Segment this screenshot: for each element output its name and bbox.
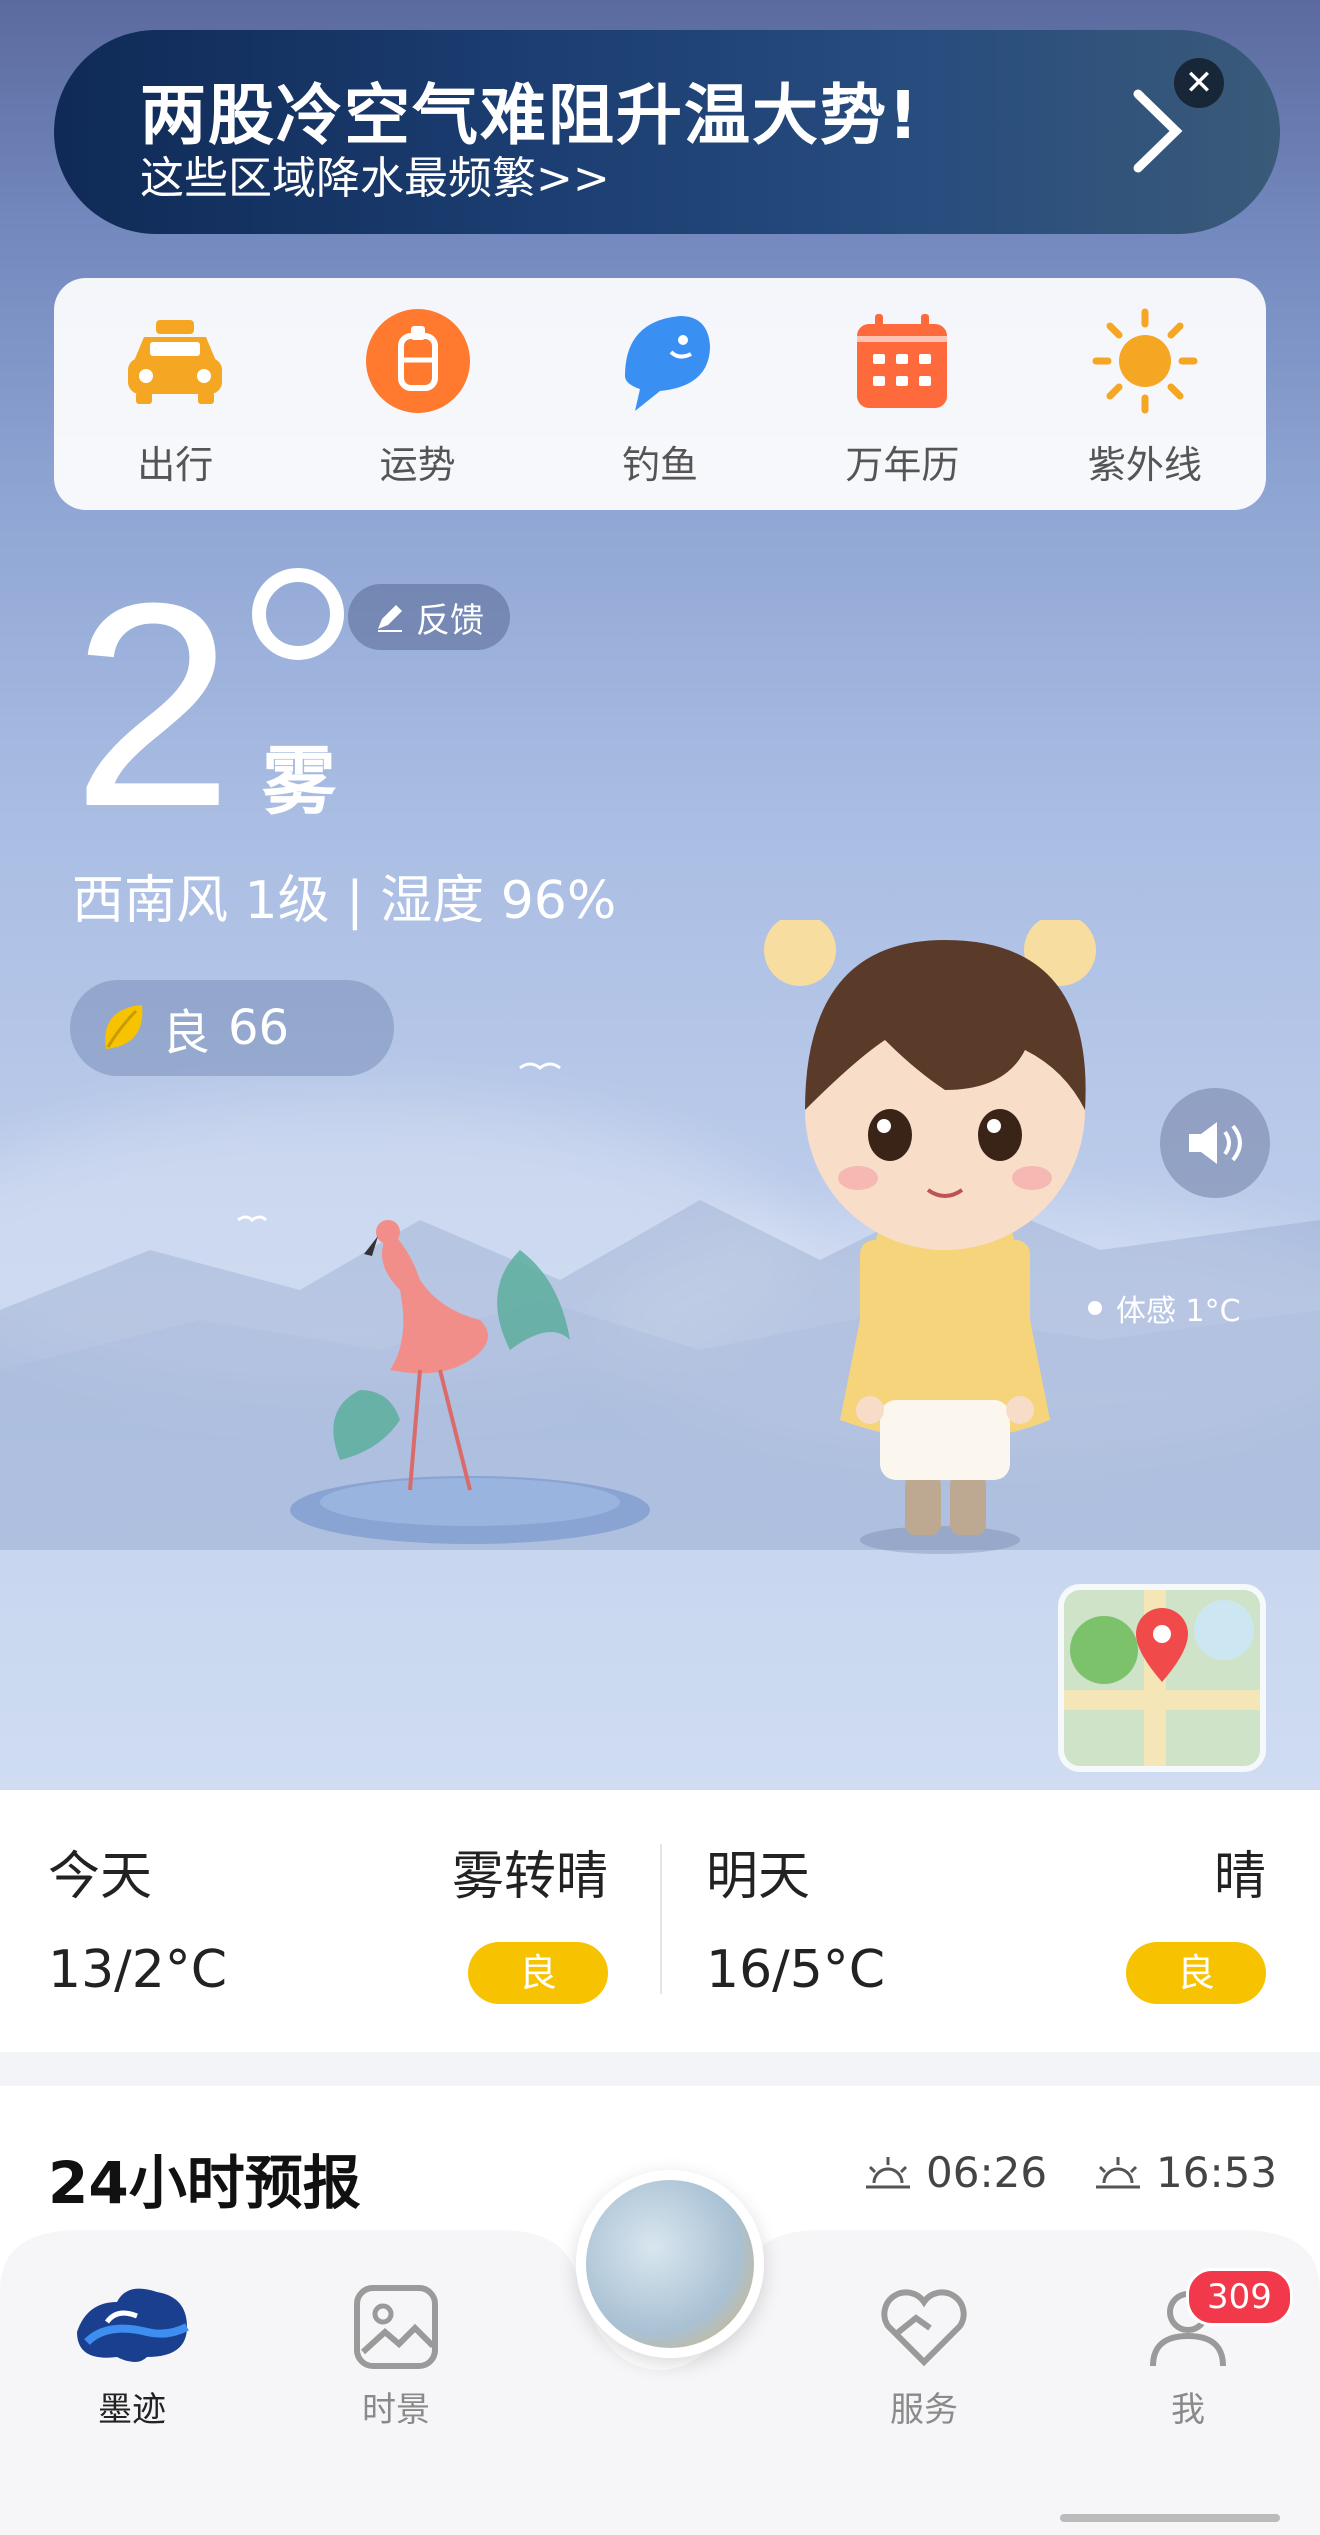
voice-broadcast-button[interactable] — [1160, 1088, 1270, 1198]
flamingo-illustration — [290, 1220, 650, 1544]
quick-item-label: 紫外线 — [1087, 443, 1202, 487]
today-temp: 13/2°C — [48, 1940, 228, 2000]
map-pin-icon — [1064, 1590, 1260, 1766]
quick-item-fortune[interactable]: 运势 — [296, 278, 538, 510]
notification-badge: 309 — [1186, 2268, 1293, 2326]
feels-like-text: 体感 1°C — [1116, 1294, 1241, 1329]
quick-item-calendar[interactable]: 万年历 — [781, 278, 1023, 510]
sunrise-time: 06:26 — [926, 2148, 1048, 2197]
tab-label: 墨迹 — [98, 2390, 166, 2430]
sunrise: 06:26 — [862, 2148, 1047, 2197]
quick-item-label: 运势 — [379, 443, 456, 487]
today-aqi-badge: 良 — [468, 1942, 608, 2004]
cloud-logo-icon — [77, 2288, 189, 2362]
quick-item-travel[interactable]: 出行 — [54, 278, 296, 510]
feedback-button[interactable]: 反馈 — [348, 584, 510, 650]
banner-subtitle: 这些区域降水最频繁>> — [140, 153, 610, 204]
today-card[interactable]: 今天 雾转晴 13/2°C 良 — [48, 1790, 608, 2052]
tomorrow-label: 明天 — [706, 1847, 811, 1907]
tab-services[interactable]: 服务 — [844, 2282, 1004, 2431]
weather-scene: 两股冷空气难阻升温大势! 这些区域降水最频繁>> ✕ 出行 运势 钓鱼 万年历 … — [0, 0, 1320, 1790]
fortune-icon — [365, 309, 470, 413]
pencil-icon — [378, 605, 402, 632]
tomorrow-temp: 16/5°C — [706, 1940, 886, 2000]
heart-hand-icon — [881, 2289, 967, 2367]
calendar-icon — [857, 314, 948, 408]
tomorrow-card[interactable]: 明天 晴 16/5°C 良 — [706, 1790, 1266, 2052]
quick-item-label: 钓鱼 — [622, 443, 699, 487]
sunset: 16:53 — [1092, 2148, 1277, 2197]
quick-item-label: 万年历 — [845, 443, 960, 487]
taxi-icon — [128, 320, 223, 404]
tomorrow-condition: 晴 — [1213, 1847, 1266, 1907]
avatar-character — [764, 920, 1096, 1554]
tab-label: 服务 — [890, 2390, 958, 2430]
current-temperature: 2 — [72, 543, 234, 867]
today-label: 今天 — [48, 1847, 153, 1907]
home-indicator[interactable] — [1060, 2514, 1280, 2522]
map-button[interactable] — [1058, 1584, 1266, 1772]
center-scene-button[interactable] — [576, 2170, 764, 2358]
photo-icon — [354, 2285, 438, 2369]
sunset-icon — [1096, 2156, 1140, 2188]
divider — [660, 1844, 662, 1994]
quick-item-label: 出行 — [137, 443, 214, 487]
degree-symbol — [252, 568, 344, 660]
feedback-label: 反馈 — [416, 600, 484, 641]
feels-like: 体感 1°C — [1088, 1286, 1241, 1330]
quick-item-uv[interactable]: 紫外线 — [1024, 278, 1266, 510]
promo-banner[interactable]: 两股冷空气难阻升温大势! 这些区域降水最频繁>> ✕ — [54, 30, 1280, 234]
leaf-icon — [105, 1005, 143, 1049]
fish-icon — [625, 316, 711, 411]
aqi-value: 66 — [228, 1000, 290, 1056]
sunset-time: 16:53 — [1156, 2148, 1278, 2197]
chevron-right-icon — [1133, 89, 1183, 173]
wind-humidity: 西南风 1级 | 湿度 96% — [72, 871, 617, 931]
feels-dot — [1088, 1301, 1102, 1315]
tab-label: 我 — [1171, 2390, 1205, 2430]
speaker-icon — [1189, 1122, 1242, 1164]
sun-icon — [1092, 308, 1198, 414]
aqi-badge[interactable]: 良 66 — [70, 980, 394, 1076]
forecast-title: 24小时预报 — [48, 2149, 361, 2217]
aqi-label: 良 — [162, 1005, 211, 1061]
today-condition: 雾转晴 — [451, 1847, 608, 1907]
bottom-tab-bar: 墨迹 时景 服务 我 — [0, 2170, 1320, 2535]
birds-illustration — [237, 1062, 561, 1222]
tomorrow-aqi-badge: 良 — [1126, 1942, 1266, 2004]
tab-scenes[interactable]: 时景 — [316, 2282, 476, 2431]
daily-summary: 今天 雾转晴 13/2°C 良 明天 晴 16/5°C 良 — [0, 1790, 1320, 2052]
sunrise-icon — [866, 2156, 910, 2188]
tab-moji[interactable]: 墨迹 — [52, 2282, 212, 2431]
current-condition: 雾 — [262, 739, 336, 825]
quick-item-fishing[interactable]: 钓鱼 — [539, 278, 781, 510]
tab-label: 时景 — [362, 2390, 430, 2430]
quick-access-panel: 出行 运势 钓鱼 万年历 紫外线 — [54, 278, 1266, 510]
close-icon[interactable]: ✕ — [1174, 58, 1224, 108]
